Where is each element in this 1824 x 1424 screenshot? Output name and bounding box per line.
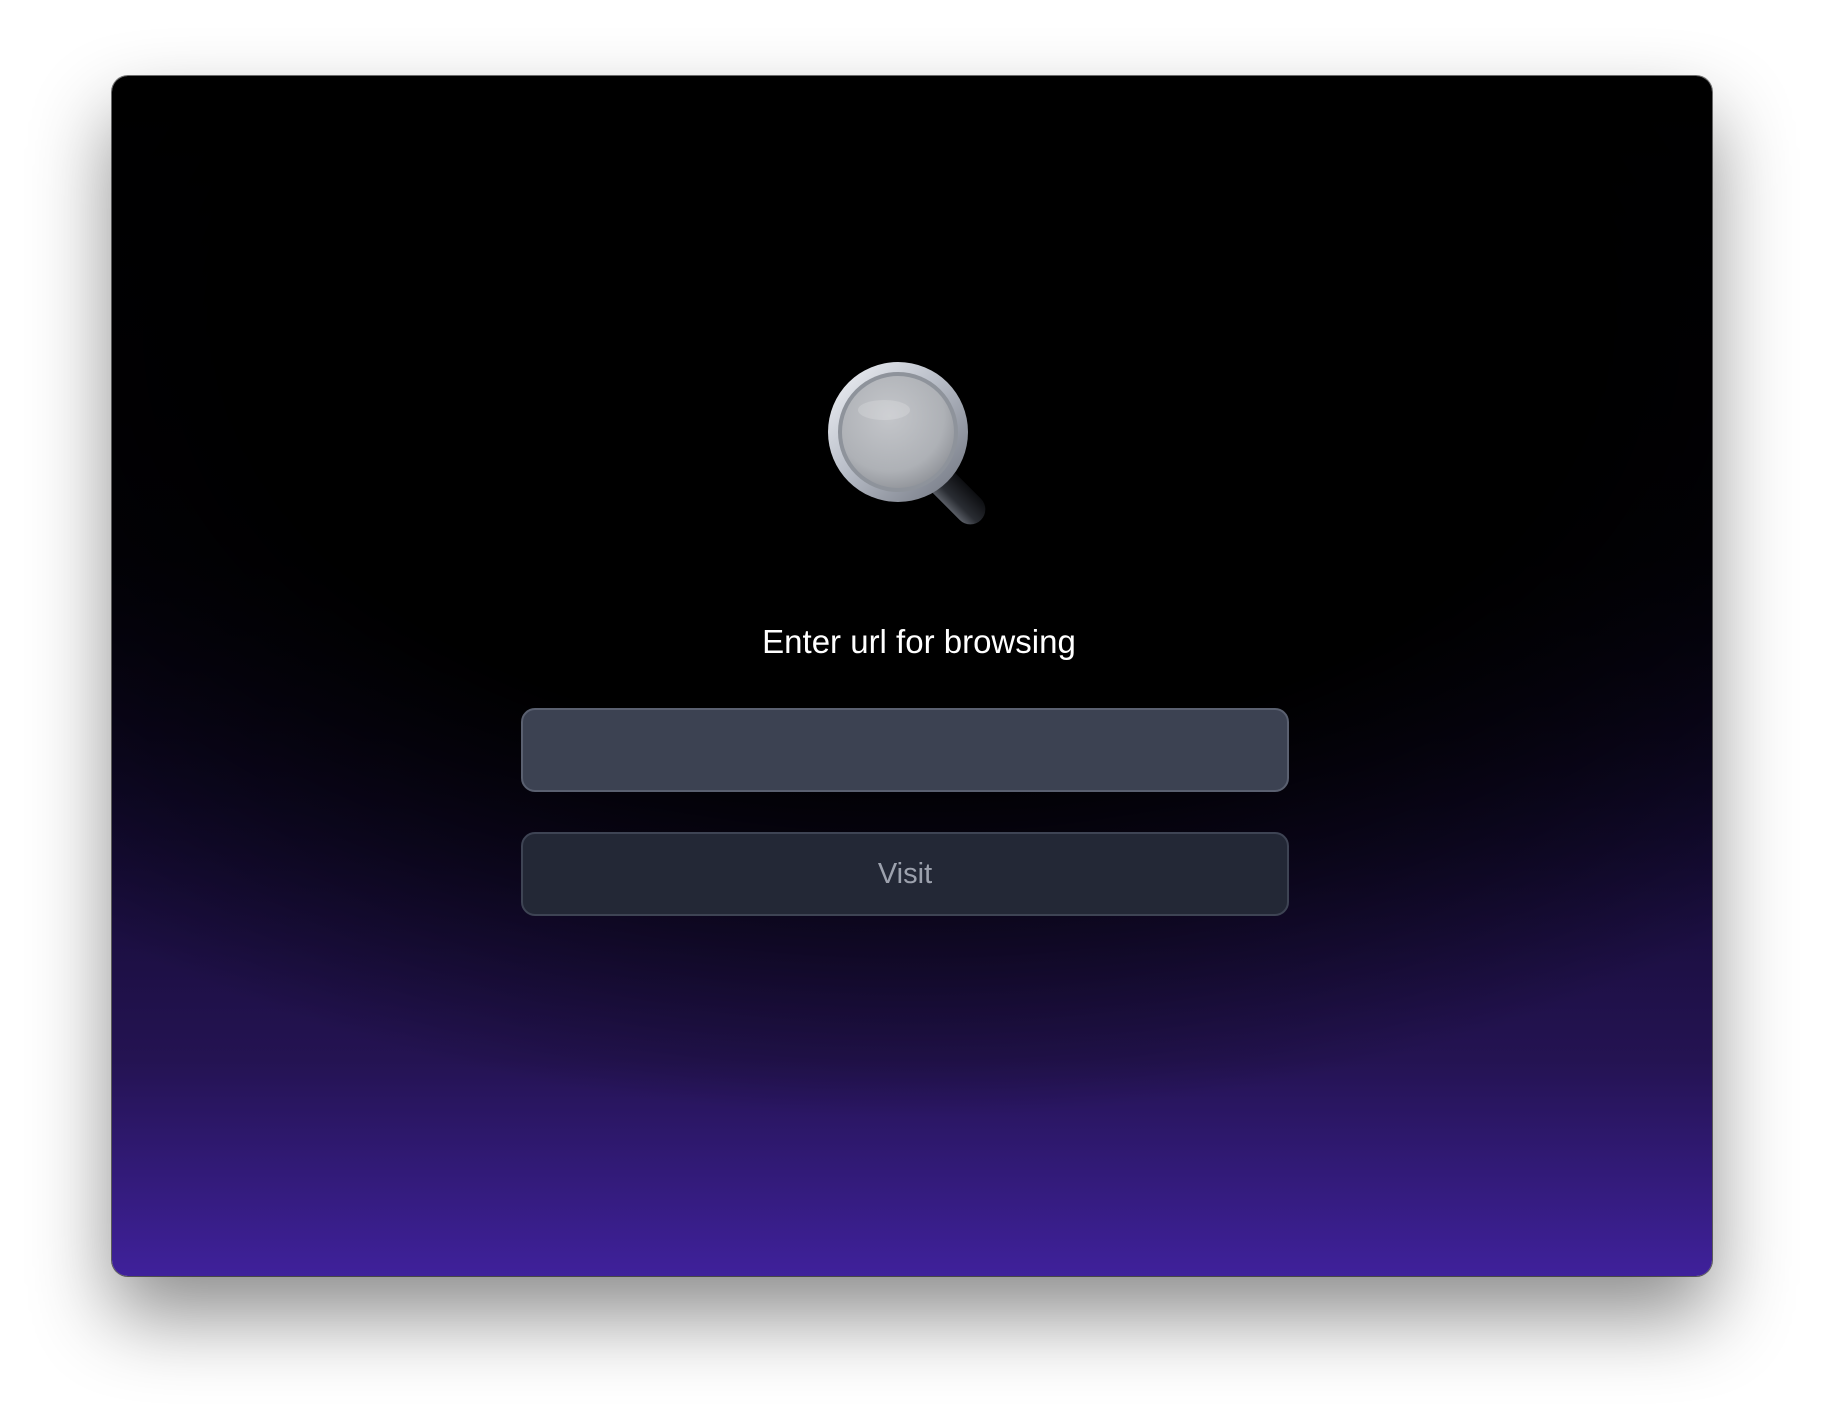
magnifying-glass-icon bbox=[812, 346, 1012, 546]
url-input[interactable] bbox=[521, 708, 1289, 792]
main-content: Enter url for browsing Visit bbox=[112, 76, 1712, 1276]
app-window: Enter url for browsing Visit bbox=[112, 76, 1712, 1276]
visit-button[interactable]: Visit bbox=[521, 832, 1289, 916]
page-heading: Enter url for browsing bbox=[762, 623, 1076, 660]
